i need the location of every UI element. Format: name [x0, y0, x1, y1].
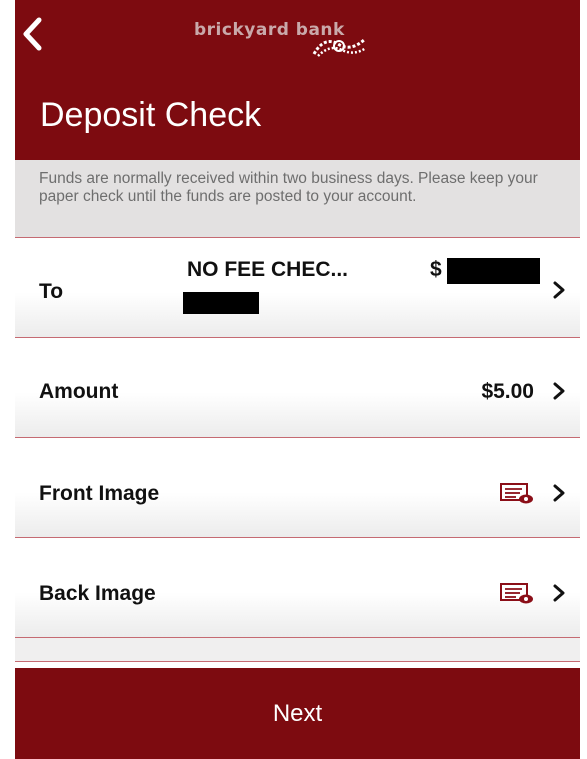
front-image-label: Front Image	[39, 482, 160, 505]
to-account-name: NO FEE CHEC...	[187, 258, 349, 281]
chevron-right-icon	[553, 281, 565, 299]
chevron-right-icon	[553, 382, 565, 400]
next-button[interactable]: Next	[15, 668, 580, 759]
chevron-right-icon	[553, 484, 565, 502]
brickyard-bank-logo: brickyard bank	[190, 12, 400, 60]
amount-label: Amount	[39, 380, 119, 403]
front-image-row[interactable]: Front Image	[15, 438, 580, 538]
list-bottom-divider	[15, 638, 580, 662]
app-screen: brickyard bank Deposit Check Funds are n…	[15, 0, 580, 759]
check-image-icon	[500, 583, 533, 604]
to-account-row[interactable]: To NO FEE CHEC... $	[15, 238, 580, 338]
redacted-balance	[447, 258, 540, 284]
to-label: To	[39, 280, 64, 303]
header-bar: brickyard bank Deposit Check	[15, 0, 580, 160]
redacted-account-number	[183, 292, 259, 314]
info-text: Funds are normally received within two b…	[39, 170, 538, 205]
info-banner: Funds are normally received within two b…	[15, 160, 580, 238]
back-image-label: Back Image	[39, 582, 156, 605]
chevron-right-icon	[553, 584, 565, 602]
logo-mark-icon	[312, 38, 367, 57]
amount-value: $5.00	[481, 380, 534, 403]
to-balance-prefix: $	[430, 258, 442, 281]
chevron-left-icon	[23, 17, 42, 51]
back-image-row[interactable]: Back Image	[15, 538, 580, 638]
back-button[interactable]	[17, 14, 47, 54]
amount-row[interactable]: Amount $5.00	[15, 338, 580, 438]
check-image-icon	[500, 483, 533, 504]
page-title: Deposit Check	[40, 96, 262, 134]
